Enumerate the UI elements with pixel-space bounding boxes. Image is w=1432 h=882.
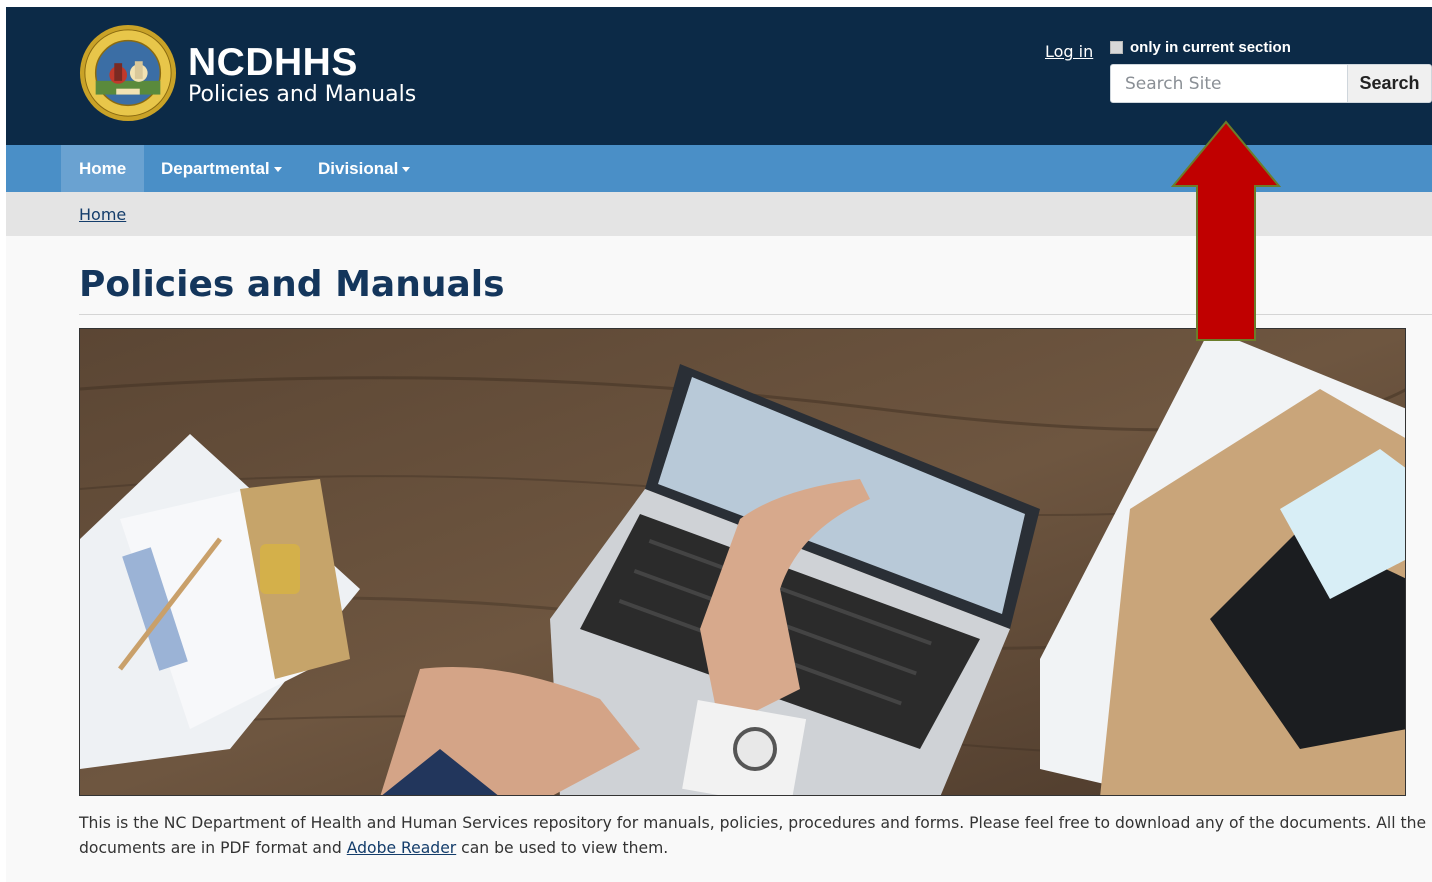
laptop-desk-photo xyxy=(80,329,1405,795)
page: NCDHHS Policies and Manuals Log in only … xyxy=(6,7,1432,882)
brand-subtitle[interactable]: Policies and Manuals xyxy=(188,82,416,108)
nav-item-label: Departmental xyxy=(161,158,270,178)
caret-down-icon xyxy=(402,167,411,172)
nav-item-label: Home xyxy=(79,158,127,178)
nav-item-departmental[interactable]: Departmental xyxy=(143,145,300,192)
login-link[interactable]: Log in xyxy=(1045,42,1093,61)
brand-title[interactable]: NCDHHS xyxy=(188,41,358,85)
search-input[interactable] xyxy=(1110,64,1348,103)
intro-text-2: can be used to view them. xyxy=(456,839,669,857)
checkbox-box[interactable] xyxy=(1110,41,1123,54)
caret-down-icon xyxy=(273,167,282,172)
current-section-label: only in current section xyxy=(1130,39,1291,56)
red-up-arrow-icon xyxy=(1171,120,1281,341)
hero-image xyxy=(79,328,1406,796)
intro-paragraph: This is the NC Department of Health and … xyxy=(79,811,1429,861)
nc-state-seal-icon[interactable] xyxy=(79,24,177,122)
nav-item-divisional[interactable]: Divisional xyxy=(300,145,428,192)
breadcrumb-home-link[interactable]: Home xyxy=(79,205,126,224)
nav-item-label: Divisional xyxy=(318,158,399,178)
page-title: Policies and Manuals xyxy=(79,264,505,305)
current-section-checkbox[interactable]: only in current section xyxy=(1110,39,1291,56)
search-button[interactable]: Search xyxy=(1347,64,1432,103)
intro-text-1: This is the NC Department of Health and … xyxy=(79,814,1427,857)
adobe-reader-link[interactable]: Adobe Reader xyxy=(347,839,456,857)
nav-item-home[interactable]: Home xyxy=(61,145,145,192)
